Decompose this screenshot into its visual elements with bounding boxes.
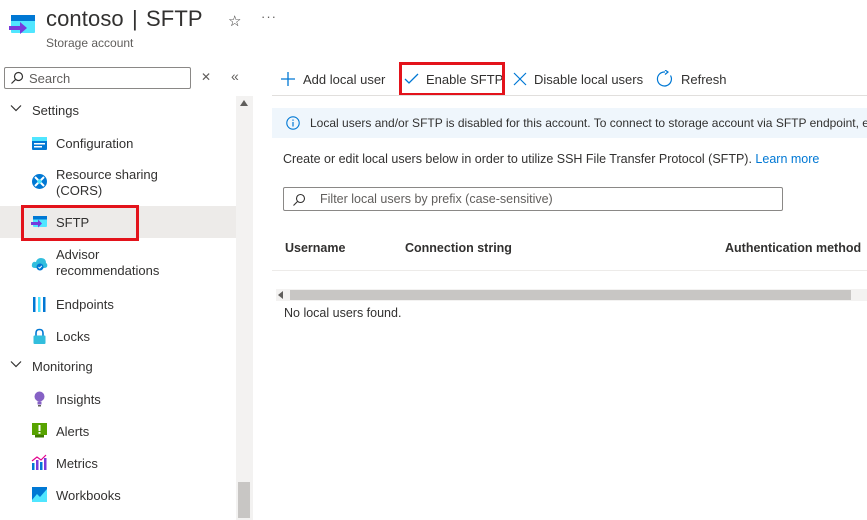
info-banner: Local users and/or SFTP is disabled for …: [272, 108, 867, 138]
collapse-sidebar-icon[interactable]: «: [231, 68, 239, 84]
ellipsis-icon[interactable]: ···: [261, 9, 277, 24]
command-bar: Add local user Enable SFTP Disable local…: [272, 64, 867, 94]
title-separator: |: [131, 6, 138, 31]
sidebar-group-label: Settings: [32, 103, 79, 118]
sidebar-scroll-thumb[interactable]: [238, 482, 250, 518]
endpoints-icon: [33, 297, 46, 312]
add-local-user-button[interactable]: Add local user: [280, 69, 385, 89]
page-subtitle: Storage account: [46, 36, 134, 50]
sidebar-item-alerts[interactable]: Alerts: [0, 420, 236, 446]
star-icon[interactable]: ☆: [228, 12, 241, 30]
workbooks-icon: [32, 487, 47, 502]
close-icon: [513, 72, 527, 86]
sidebar-item-metrics[interactable]: Metrics: [0, 452, 236, 478]
empty-state-message: No local users found.: [284, 306, 402, 320]
sidebar-group-label: Monitoring: [32, 359, 93, 374]
column-header-authentication-method[interactable]: Authentication method: [725, 241, 861, 255]
chevron-down-icon: [10, 361, 22, 368]
insights-icon: [34, 391, 45, 407]
sidebar-item-cors[interactable]: Resource sharing (CORS): [0, 160, 236, 202]
blade-header: contoso | SFTP ☆ ··· Storage account: [0, 0, 867, 56]
blade-name: SFTP: [146, 6, 203, 31]
command-bar-divider: [272, 95, 867, 96]
configuration-icon: [32, 137, 47, 150]
sidebar-item-label-line2: recommendations: [56, 263, 160, 278]
sidebar-item-label: Endpoints: [56, 297, 114, 312]
disable-local-users-label: Disable local users: [534, 71, 644, 87]
sidebar-group-monitoring[interactable]: Monitoring: [0, 352, 236, 380]
search-icon: [293, 193, 306, 206]
table-header-divider: [272, 270, 867, 271]
refresh-label: Refresh: [681, 71, 727, 87]
resource-name: contoso: [46, 6, 124, 31]
info-icon: [286, 116, 300, 130]
sidebar-item-workbooks[interactable]: Workbooks: [0, 484, 236, 510]
table-scroll-thumb[interactable]: [290, 290, 851, 300]
column-header-connection-string[interactable]: Connection string: [405, 241, 512, 255]
sidebar-item-label: Workbooks: [56, 488, 121, 503]
learn-more-link[interactable]: Learn more: [755, 152, 819, 166]
scroll-left-icon[interactable]: [278, 291, 283, 299]
sidebar-item-insights[interactable]: Insights: [0, 388, 236, 414]
chevron-down-icon: [10, 105, 22, 112]
sidebar-group-settings[interactable]: Settings: [0, 96, 236, 124]
plus-icon: [281, 72, 295, 86]
page-title: contoso | SFTP: [46, 6, 203, 32]
sidebar-item-label: Configuration: [56, 136, 134, 151]
table-horizontal-scrollbar[interactable]: [276, 289, 867, 301]
banner-text: Local users and/or SFTP is disabled for …: [310, 116, 867, 130]
sidebar-item-label: Insights: [56, 392, 101, 407]
sftp-resource-icon: [9, 15, 35, 34]
filter-users-input[interactable]: Filter local users by prefix (case-sensi…: [283, 187, 783, 211]
add-local-user-label: Add local user: [303, 71, 386, 87]
clear-filter-icon[interactable]: ✕: [201, 70, 211, 84]
advisor-icon: [31, 258, 48, 271]
sidebar-item-locks[interactable]: Locks: [0, 324, 236, 350]
lock-icon: [33, 328, 46, 344]
sidebar-search-input[interactable]: Search: [4, 67, 191, 89]
alerts-icon: [32, 423, 47, 438]
page-description: Create or edit local users below in orde…: [283, 152, 819, 166]
sidebar-item-endpoints[interactable]: Endpoints: [0, 292, 236, 318]
sidebar-item-advisor[interactable]: Advisor recommendations: [0, 244, 236, 284]
metrics-icon: [31, 454, 47, 470]
scroll-up-icon[interactable]: [240, 100, 248, 106]
enable-sftp-highlight: [399, 62, 505, 96]
refresh-button[interactable]: Refresh: [656, 69, 727, 89]
filter-placeholder: Filter local users by prefix (case-sensi…: [320, 192, 553, 206]
disable-local-users-button[interactable]: Disable local users: [513, 69, 643, 89]
description-text: Create or edit local users below in orde…: [283, 152, 752, 166]
search-placeholder: Search: [29, 71, 71, 86]
sidebar-item-label-line1: Advisor: [56, 247, 100, 262]
sidebar-scrollbar[interactable]: [236, 96, 253, 520]
refresh-icon: [656, 70, 672, 87]
sidebar-item-label: Locks: [56, 329, 90, 344]
cors-icon: [32, 174, 47, 189]
sidebar-item-label-line2: (CORS): [56, 183, 103, 198]
sidebar-item-label-line1: Resource sharing: [56, 167, 158, 182]
sidebar-item-configuration[interactable]: Configuration: [0, 130, 236, 156]
column-header-username[interactable]: Username: [285, 241, 345, 255]
sftp-nav-highlight: [21, 205, 139, 241]
search-icon: [11, 71, 24, 84]
sidebar-item-label: Alerts: [56, 424, 90, 439]
sidebar-item-label: Metrics: [56, 456, 98, 471]
